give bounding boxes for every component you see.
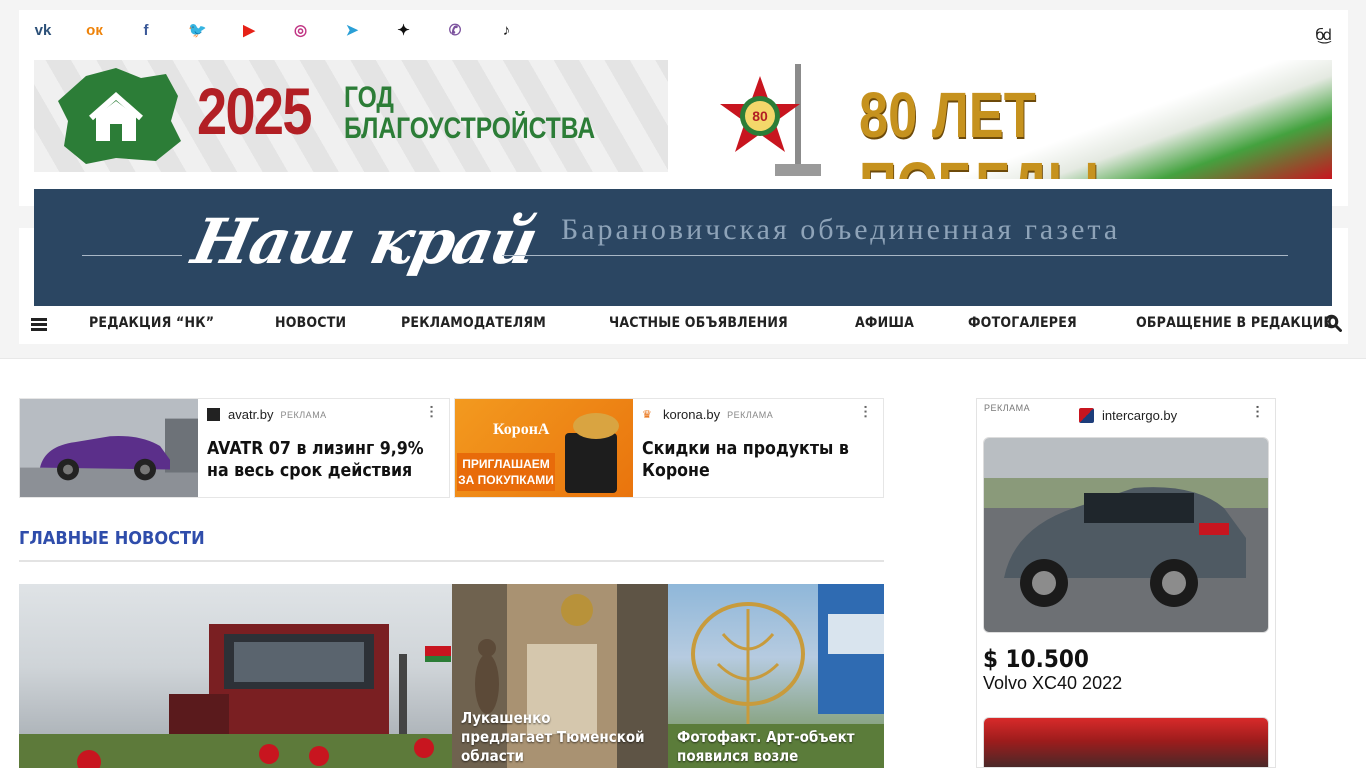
korona-invite-line1: ПРИГЛАШАЕМ — [462, 457, 550, 471]
belarus-map-house-icon — [58, 68, 181, 164]
korona-brand-text: КоронА — [493, 421, 550, 438]
tiktok-icon[interactable]: ♪ — [497, 20, 517, 40]
masthead-rule-left — [82, 255, 182, 256]
year-number: 2025 — [197, 74, 312, 148]
victory-text: 80 ЛЕТ ПОБЕДЫ — [859, 79, 1099, 179]
victory-80-banner[interactable]: 80 80 ЛЕТ ПОБЕДЫ — [709, 60, 1332, 179]
site-subtitle: Барановичская объединенная газета — [561, 213, 1121, 246]
nav-item[interactable]: Редакция “НК” — [89, 315, 214, 331]
svg-text:80: 80 — [752, 108, 768, 124]
nav-item[interactable]: Афиша — [855, 315, 914, 331]
ad-label: РЕКЛАМА — [280, 409, 327, 420]
avatr-favicon-icon — [207, 408, 220, 421]
instagram-icon[interactable]: ◎ — [291, 20, 311, 40]
ad-label: РЕКЛАМА — [984, 403, 1031, 413]
news-image-harvester — [19, 624, 452, 768]
masthead-rule-right — [502, 255, 1288, 256]
social-links: vk ок f 🐦 ▶ ◎ ➤ ✦ ✆ ♪ — [33, 20, 548, 40]
nav-item[interactable]: Новости — [275, 315, 346, 331]
odnoklassniki-icon[interactable]: ок — [85, 20, 105, 40]
youtube-icon[interactable]: ▶ — [239, 20, 259, 40]
news-card-art-object[interactable]: Фотофакт. Арт-объект появился возле — [668, 584, 884, 768]
ad-image-car — [20, 399, 198, 497]
year-caption-line2: БЛАГОУСТРОЙСТВА — [344, 112, 596, 145]
ad-source[interactable]: intercargo.by — [1079, 408, 1177, 423]
telegram-icon[interactable]: ➤ — [342, 20, 362, 40]
news-caption[interactable]: Фотофакт. Арт-объект появился возле — [677, 728, 862, 766]
facebook-icon[interactable]: f — [136, 20, 156, 40]
ad-source[interactable]: avatr.by РЕКЛАМА — [207, 407, 327, 422]
more-options-icon[interactable]: ··· — [858, 405, 874, 419]
nav-menu: Редакция “НК” Новости Рекламодателям Частны… — [89, 315, 1366, 331]
nav-item[interactable]: Рекламодателям — [401, 315, 546, 331]
sidebar-ad[interactable]: РЕКЛАМА intercargo.by ··· $ 10.500 Volvo… — [976, 398, 1276, 768]
ad-model[interactable]: Volvo XC40 2022 — [983, 673, 1122, 694]
ad-photo-car[interactable] — [983, 437, 1269, 633]
twitter-icon[interactable]: 🐦 — [188, 20, 208, 40]
ad-label: РЕКЛАМА — [727, 409, 774, 420]
ad-card-avatr[interactable]: avatr.by РЕКЛАМА ··· AVATR 07 в лизинг 9… — [19, 398, 450, 498]
section-divider — [19, 560, 884, 562]
year-caption-line1: ГОД — [344, 81, 394, 114]
nav-item[interactable]: Частные объявления — [609, 315, 788, 331]
ad-card-korona[interactable]: КоронА ПРИГЛАШАЕМ ЗА ПОКУПКАМИ ♛ korona.… — [454, 398, 884, 498]
news-card-lukashenko[interactable]: Лукашенко предлагает Тюменской области — [452, 584, 668, 768]
ad-title[interactable]: AVATR 07 в лизинг 9,9% на весь срок дейс… — [207, 438, 445, 482]
search-icon[interactable] — [1324, 314, 1342, 332]
ad-photo-second[interactable] — [983, 717, 1269, 767]
korona-invite-line2: ЗА ПОКУПКАМИ — [458, 473, 554, 487]
vk-icon[interactable]: vk — [33, 20, 53, 40]
ad-source[interactable]: ♛ korona.by РЕКЛАМА — [642, 407, 773, 422]
site-logo[interactable]: Наш край — [186, 205, 542, 278]
victory-star-monument-icon: 80 — [720, 64, 821, 176]
ad-source-domain: intercargo.by — [1102, 408, 1178, 423]
ad-image-korona: КоронА ПРИГЛАШАЕМ ЗА ПОКУПКАМИ — [455, 399, 633, 497]
top-panel: vk ок f 🐦 ▶ ◎ ➤ ✦ ✆ ♪ б͜d 2025 ГОД БЛАГОУСТРОЙСТВ… — [19, 10, 1348, 206]
hamburger-menu-icon[interactable] — [31, 318, 47, 331]
ad-source-domain: korona.by — [663, 407, 721, 422]
news-caption[interactable]: Лукашенко предлагает Тюменской области — [461, 709, 646, 766]
car-image — [984, 438, 1268, 632]
groceries-icon — [573, 413, 619, 439]
ad-source-domain: avatr.by — [228, 407, 274, 422]
ad-price: $ 10.500 — [983, 645, 1089, 673]
korona-invite: ПРИГЛАШАЕМ ЗА ПОКУПКАМИ — [457, 453, 555, 491]
dzen-icon[interactable]: ✦ — [394, 20, 414, 40]
nav-item[interactable]: Обращение в редакцию — [1136, 315, 1338, 331]
masthead-logo-bar[interactable]: Наш край Барановичская объединенная газе… — [34, 189, 1332, 306]
year-caption: ГОД БЛАГОУСТРОЙСТВА — [344, 82, 595, 144]
section-title-main-news[interactable]: Главные новости — [19, 528, 205, 549]
korona-favicon-icon: ♛ — [642, 409, 652, 421]
more-options-icon[interactable]: ··· — [1250, 405, 1266, 419]
more-options-icon[interactable]: ··· — [424, 405, 440, 419]
intercargo-favicon-icon — [1079, 408, 1094, 423]
year-of-improvement-banner[interactable]: 2025 ГОД БЛАГОУСТРОЙСТВА — [34, 60, 668, 172]
shopping-bag-icon — [565, 433, 617, 493]
news-card-main[interactable] — [19, 584, 452, 768]
main-navigation: Редакция “НК” Новости Рекламодателям Частны… — [19, 307, 1348, 343]
accessibility-glasses-icon[interactable]: б͜d — [1315, 26, 1332, 44]
nav-item[interactable]: Фотогалерея — [968, 315, 1077, 331]
ad-title[interactable]: Скидки на продукты в Короне — [642, 438, 880, 482]
viber-icon[interactable]: ✆ — [445, 20, 465, 40]
